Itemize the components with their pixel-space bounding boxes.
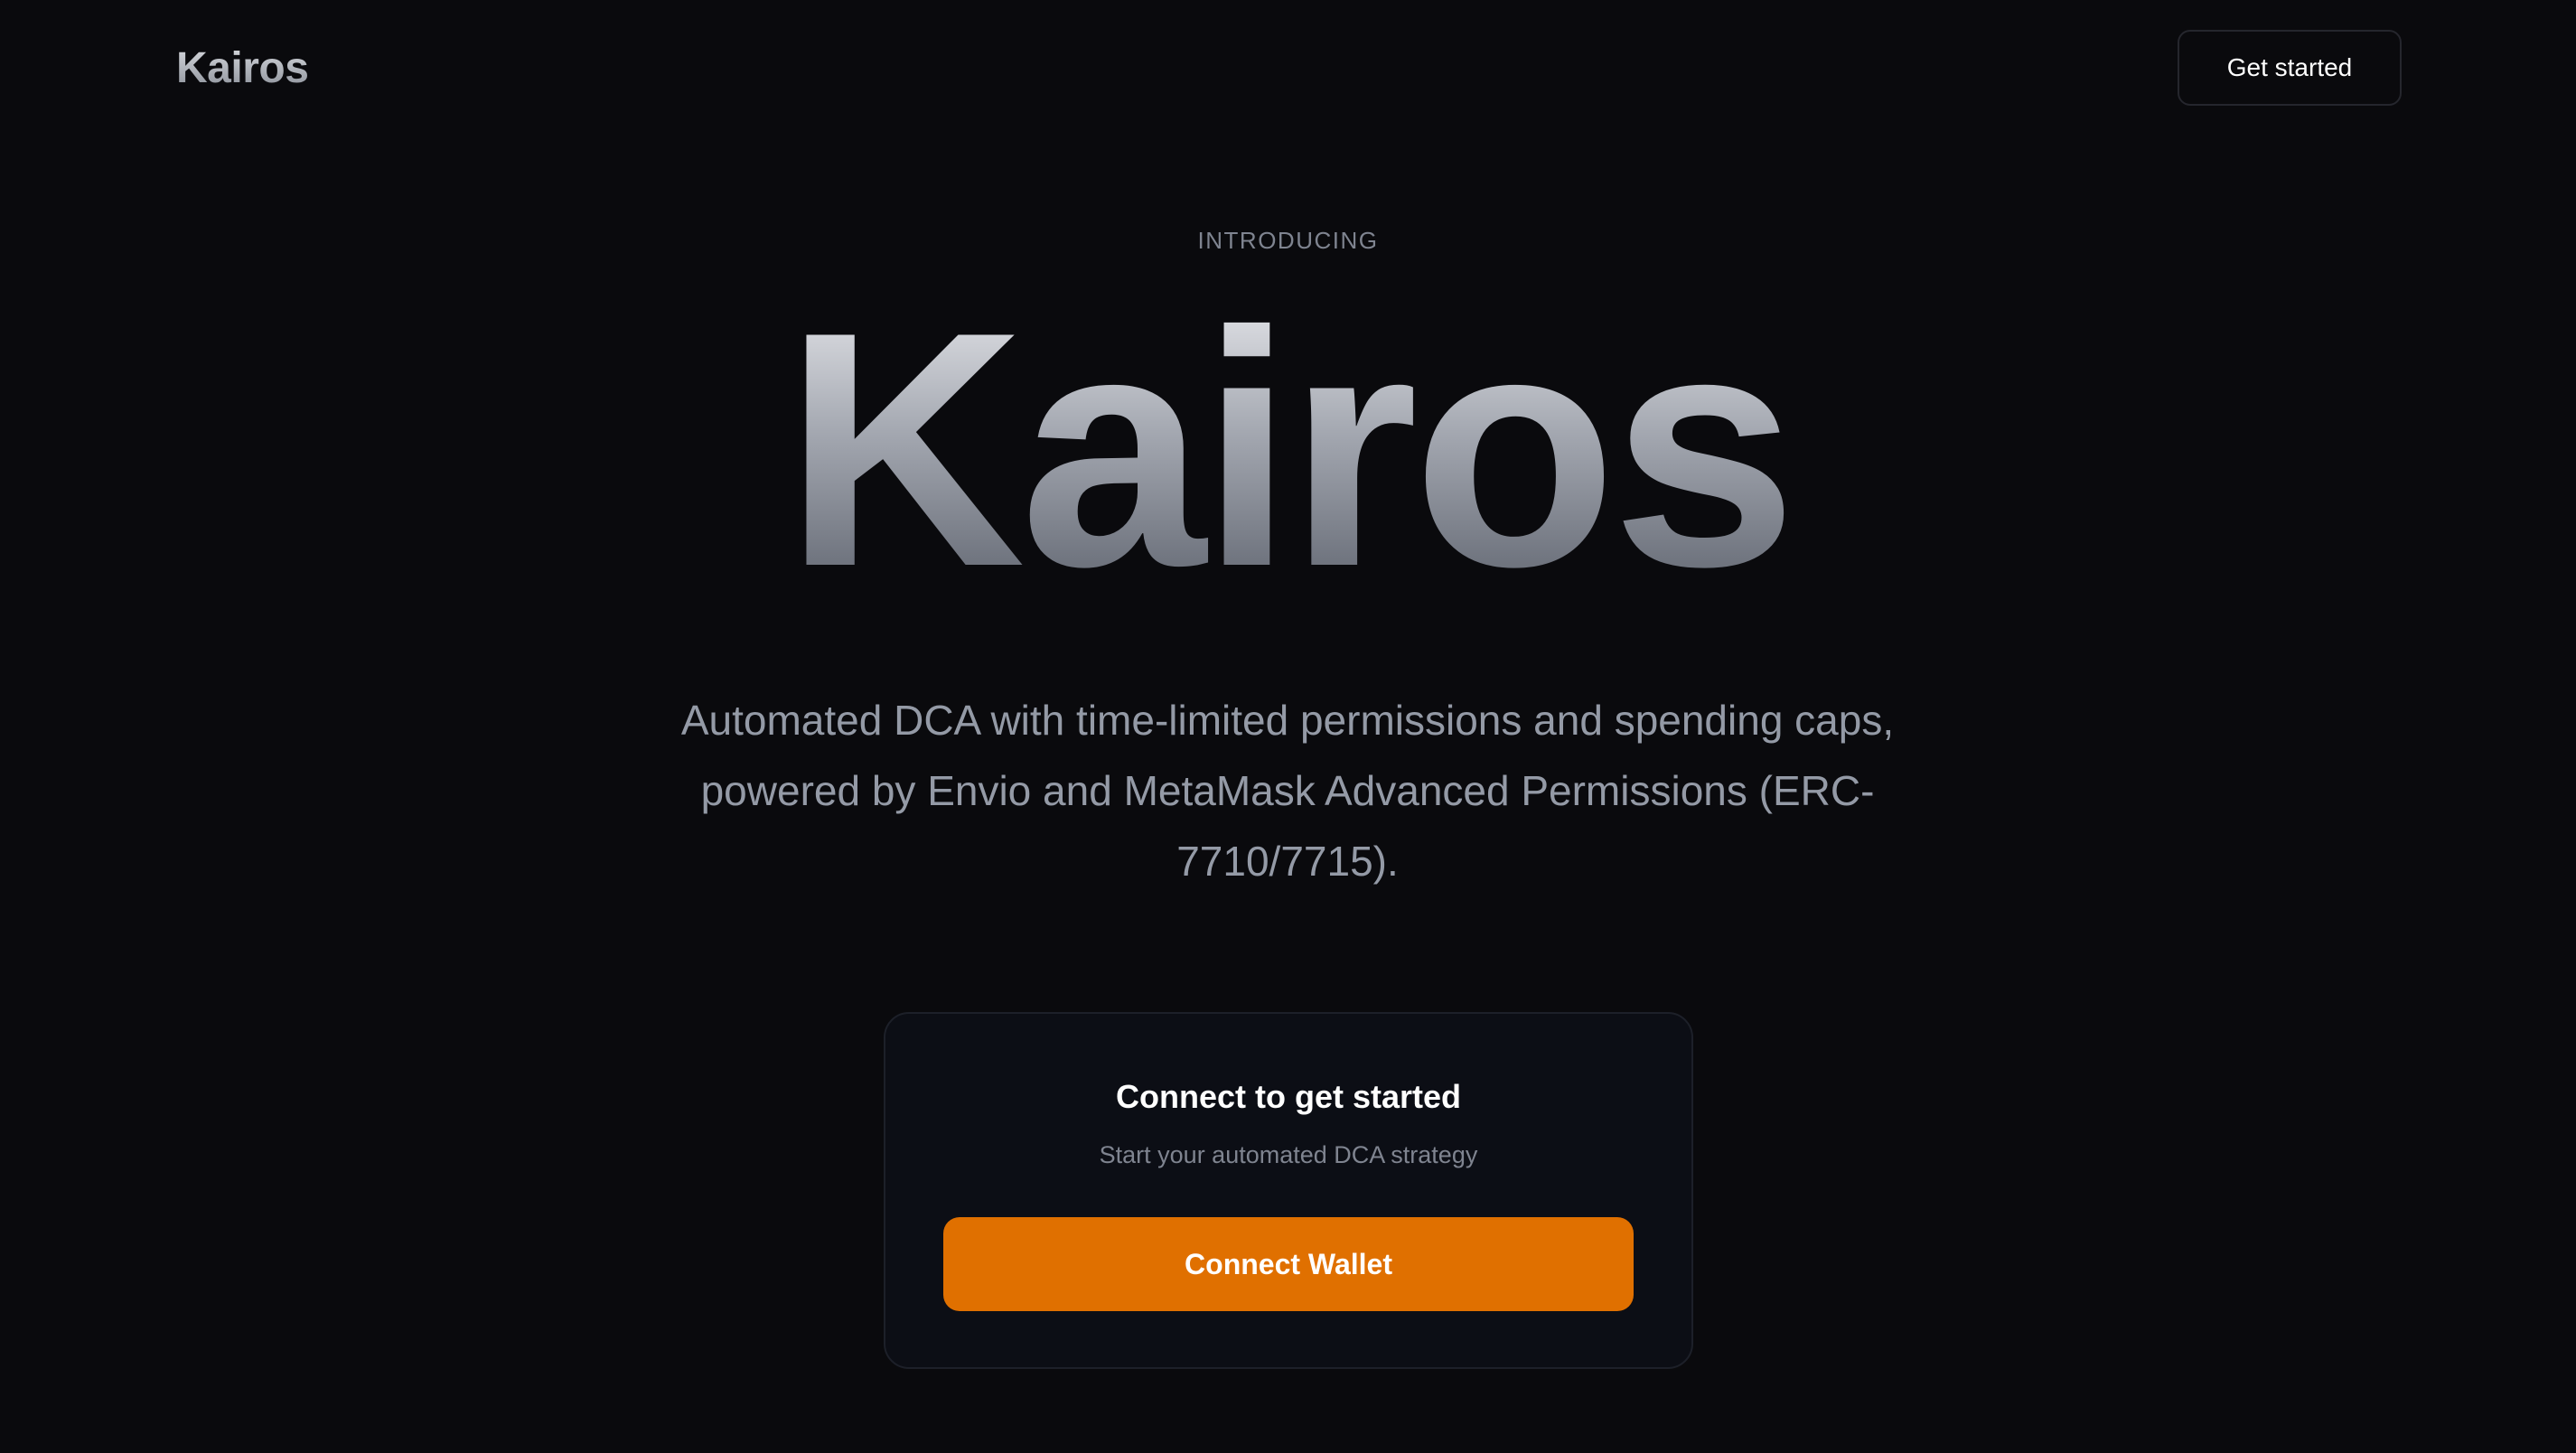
site-logo[interactable]: Kairos: [176, 38, 309, 99]
hero-subtitle: Automated DCA with time-limited permissi…: [680, 697, 1895, 885]
connect-wallet-button[interactable]: Connect Wallet: [943, 1217, 1634, 1311]
get-started-button[interactable]: Get started: [2178, 30, 2402, 106]
connect-card: Connect to get started Start your automa…: [884, 1012, 1693, 1369]
connect-card-subtitle: Start your automated DCA strategy: [1099, 1141, 1478, 1168]
connect-card-title: Connect to get started: [1115, 1078, 1462, 1115]
hero-title: Kairos: [0, 283, 2576, 617]
hero-eyebrow: INTRODUCING: [1197, 227, 1379, 254]
